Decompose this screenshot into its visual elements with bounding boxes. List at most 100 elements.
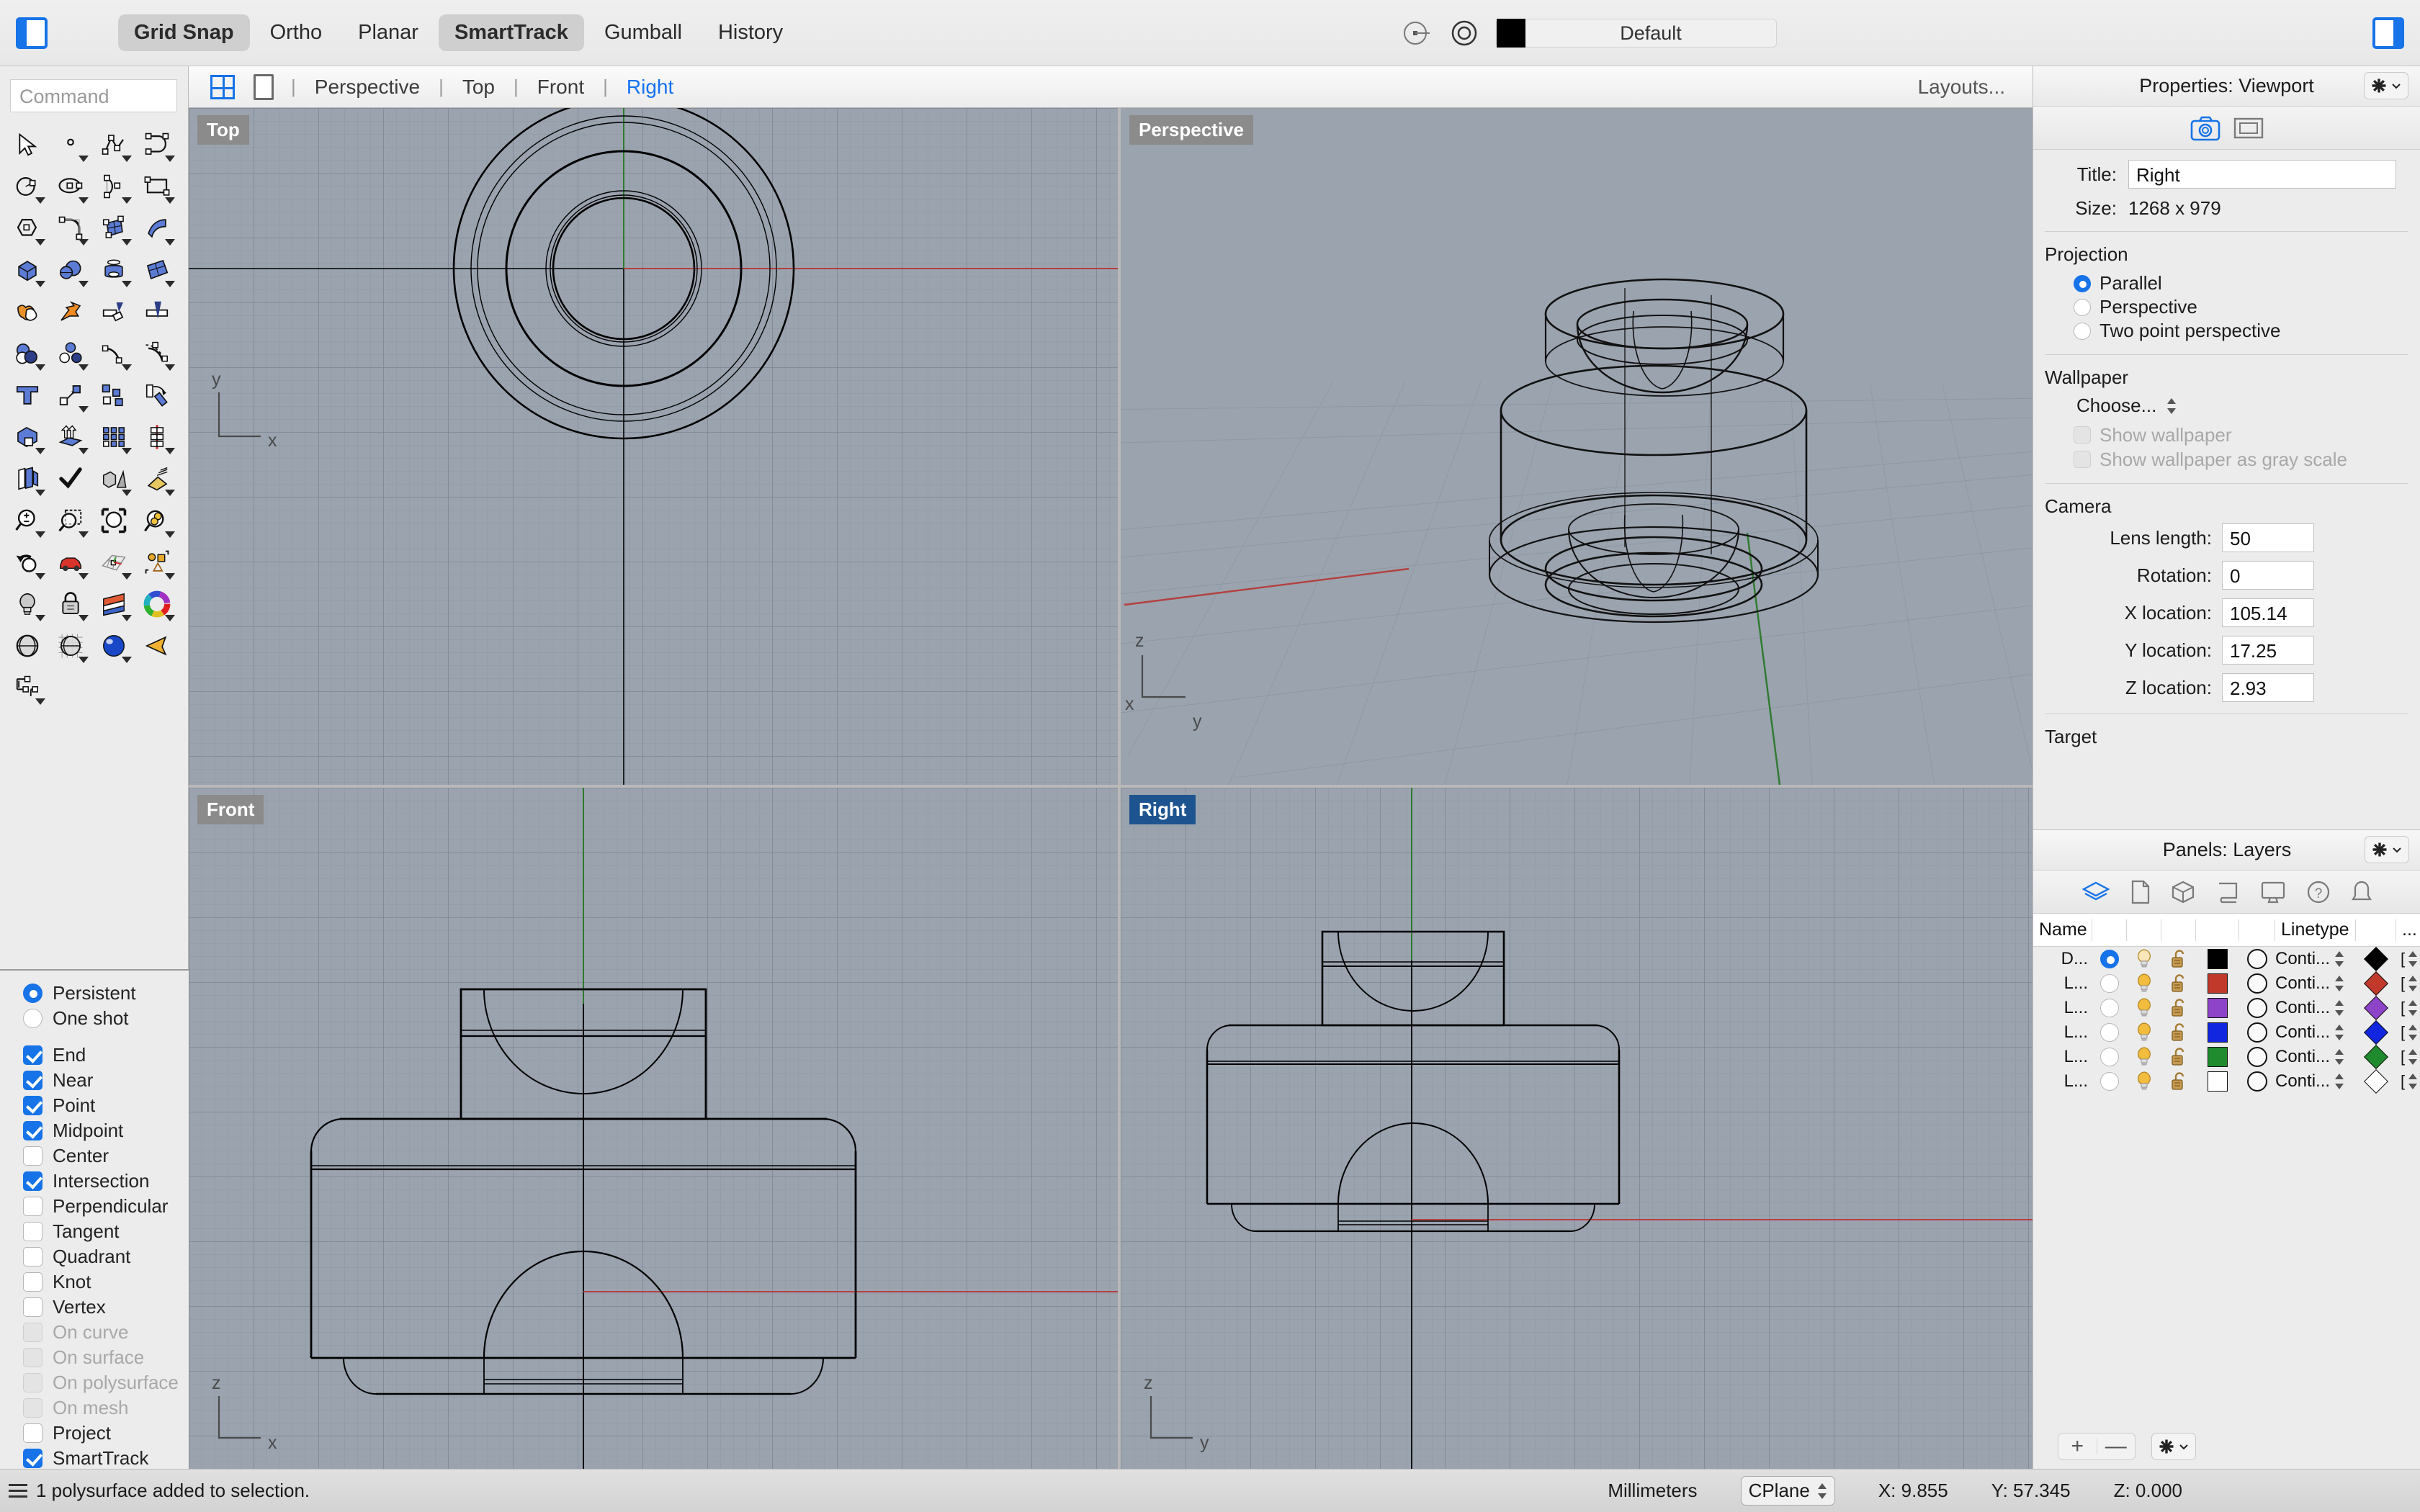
chevron-updown-icon[interactable] xyxy=(2334,1023,2344,1042)
osnap-knot[interactable]: Knot xyxy=(23,1269,189,1295)
current-layer-selector[interactable]: Default xyxy=(1496,19,1777,48)
tool-light[interactable] xyxy=(6,583,49,625)
osnap-mode-persistent[interactable]: Persistent xyxy=(23,981,189,1006)
tool-shaded-sphere[interactable] xyxy=(6,625,49,667)
layer-linetype[interactable]: Conti... xyxy=(2275,1047,2356,1067)
viewport-perspective[interactable]: Perspective z x y xyxy=(1121,108,2033,785)
layer-lock-toggle[interactable] xyxy=(2161,997,2196,1019)
layer-row[interactable]: L... Conti... [ xyxy=(2033,996,2420,1020)
chevron-updown-icon[interactable] xyxy=(2408,1048,2418,1066)
tool-boolean-difference[interactable] xyxy=(6,333,49,374)
layer-print-width[interactable]: [ xyxy=(2396,1023,2418,1042)
tool-dropdown-arrow[interactable] xyxy=(165,490,175,496)
chevron-updown-icon[interactable] xyxy=(2334,974,2344,993)
osnap-disable-icon[interactable] xyxy=(1401,17,1433,49)
osnap-perpendicular[interactable]: Perpendicular xyxy=(23,1194,189,1219)
layer-color-swatch[interactable] xyxy=(2196,949,2239,969)
record-history-icon[interactable] xyxy=(1448,17,1480,49)
osnap-project[interactable]: Project xyxy=(23,1421,189,1446)
tool-dropdown-arrow[interactable] xyxy=(35,364,45,371)
tool-box[interactable] xyxy=(6,249,49,291)
radio-indicator[interactable] xyxy=(2100,950,2119,968)
tool-polyline[interactable] xyxy=(92,124,135,166)
layer-visibility-toggle[interactable] xyxy=(2127,997,2161,1019)
tool-arc[interactable] xyxy=(92,166,135,207)
mode-button-ortho[interactable]: Ortho xyxy=(254,14,339,51)
tool-surface-patch[interactable] xyxy=(135,249,179,291)
tool-dropdown-arrow[interactable] xyxy=(79,364,89,371)
layer-material-swatch[interactable] xyxy=(2239,1047,2275,1067)
layer-row[interactable]: L... Conti... [ xyxy=(2033,971,2420,996)
camera-field-input[interactable]: 50 xyxy=(2222,523,2314,552)
viewport-right[interactable]: Right z y xyxy=(1121,788,2033,1469)
layer-color-swatch[interactable] xyxy=(2196,973,2239,994)
layer-color-swatch[interactable] xyxy=(2196,1071,2239,1092)
layer-material-swatch[interactable] xyxy=(2239,949,2275,969)
tool-rectangle[interactable] xyxy=(135,166,179,207)
tool-dropdown-arrow[interactable] xyxy=(165,239,175,246)
tool-dropdown-arrow[interactable] xyxy=(79,615,89,621)
camera-field-input[interactable]: 2.93 xyxy=(2222,673,2314,702)
tool-shapes[interactable] xyxy=(92,458,135,500)
layer-print-color[interactable] xyxy=(2356,996,2396,1020)
add-remove-layer-group[interactable]: + — xyxy=(2058,1433,2136,1460)
mode-button-smarttrack[interactable]: SmartTrack xyxy=(438,14,584,51)
checkbox-indicator[interactable] xyxy=(23,1096,42,1115)
tool-split[interactable] xyxy=(92,291,135,333)
tool-dropdown-arrow[interactable] xyxy=(35,197,45,204)
radio-indicator[interactable] xyxy=(23,1009,42,1028)
layer-lock-toggle[interactable] xyxy=(2161,973,2196,994)
tool-sphere[interactable] xyxy=(49,249,92,291)
tool-offset-dashed[interactable] xyxy=(135,333,179,374)
checkbox-indicator[interactable] xyxy=(23,1247,42,1266)
radio-indicator[interactable] xyxy=(2100,1072,2119,1091)
layers-icon[interactable] xyxy=(2081,881,2110,904)
help-icon[interactable]: ? xyxy=(2306,880,2331,904)
tool-zoom-window[interactable] xyxy=(49,500,92,541)
tool-dropdown-arrow[interactable] xyxy=(79,573,89,580)
layer-linetype[interactable]: Conti... xyxy=(2275,973,2356,994)
tool-dropdown-arrow[interactable] xyxy=(35,239,45,246)
tool-solid-tools[interactable] xyxy=(6,416,49,458)
tool-circle[interactable] xyxy=(6,166,49,207)
layers-gear-button[interactable] xyxy=(2365,836,2409,863)
tool-check[interactable] xyxy=(49,458,92,500)
projection-parallel[interactable]: Parallel xyxy=(2074,271,2420,295)
viewport-tab-front[interactable]: Front xyxy=(519,76,603,99)
chevron-updown-icon[interactable] xyxy=(2408,974,2418,993)
tool-zoom-selected[interactable] xyxy=(135,500,179,541)
viewport-right-label[interactable]: Right xyxy=(1129,795,1196,824)
tool-flag-surface[interactable] xyxy=(92,583,135,625)
tool-dropdown-arrow[interactable] xyxy=(35,531,45,538)
osnap-center[interactable]: Center xyxy=(23,1143,189,1169)
layer-visibility-toggle[interactable] xyxy=(2127,973,2161,994)
tool-dropdown-arrow[interactable] xyxy=(122,281,132,287)
four-view-layout-icon[interactable] xyxy=(210,74,235,99)
layer-color-swatch[interactable] xyxy=(2196,998,2239,1018)
tool-dropdown-arrow[interactable] xyxy=(122,490,132,496)
tool-scatter-copy[interactable] xyxy=(92,374,135,416)
tool-color-wheel[interactable] xyxy=(135,583,179,625)
chevron-updown-icon[interactable] xyxy=(2408,1072,2418,1091)
tool-dropdown-arrow[interactable] xyxy=(79,239,89,246)
tool-camera[interactable] xyxy=(135,625,179,667)
camera-field-input[interactable]: 17.25 xyxy=(2222,636,2314,665)
tool-offset-curve[interactable] xyxy=(92,333,135,374)
display-icon[interactable] xyxy=(2260,881,2286,904)
tool-lock[interactable] xyxy=(49,583,92,625)
tool-dropdown-arrow[interactable] xyxy=(35,448,45,454)
chevron-updown-icon[interactable] xyxy=(2408,950,2418,968)
tool-text[interactable] xyxy=(6,374,49,416)
layer-material-swatch[interactable] xyxy=(2239,1071,2275,1092)
layer-row[interactable]: L... Conti... [ xyxy=(2033,1069,2420,1094)
layer-row[interactable]: D... Conti... [ xyxy=(2033,947,2420,971)
layer-print-color[interactable] xyxy=(2356,1020,2396,1045)
layer-print-width[interactable]: [ xyxy=(2396,1048,2418,1066)
layer-row[interactable]: L... Conti... [ xyxy=(2033,1045,2420,1069)
tool-move[interactable] xyxy=(49,374,92,416)
chevron-updown-icon[interactable] xyxy=(2334,1072,2344,1091)
notification-icon[interactable] xyxy=(2351,880,2372,904)
tool-dropdown-arrow[interactable] xyxy=(165,364,175,371)
tool-ghosted-sphere[interactable] xyxy=(49,625,92,667)
tool-dropdown-arrow[interactable] xyxy=(122,573,132,580)
